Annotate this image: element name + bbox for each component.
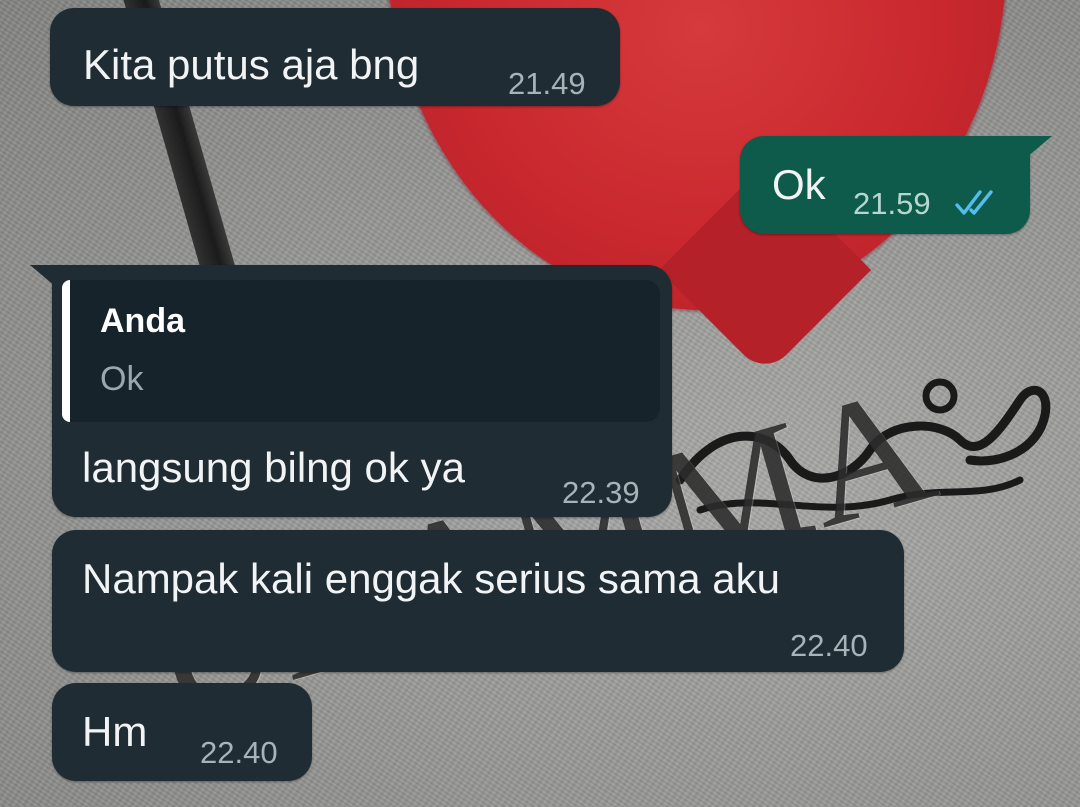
quoted-message-author: Anda: [100, 302, 185, 340]
message-time: 22.40: [790, 628, 868, 663]
message-bubble-outgoing[interactable]: Ok 21.59: [740, 136, 1052, 234]
message-text: Nampak kali enggak serius sama aku: [82, 555, 781, 602]
message-time: 22.40: [200, 735, 278, 770]
quoted-message-text: Ok: [100, 360, 144, 398]
message-bubble-incoming[interactable]: Kita putus aja bng 21.49: [50, 8, 620, 106]
bubble-tail: [1026, 136, 1052, 158]
message-text: Ok: [772, 161, 826, 208]
message-text: Hm: [82, 708, 148, 755]
message-time: 22.39: [562, 475, 640, 510]
message-bubble-incoming-reply[interactable]: Anda Ok langsung bilng ok ya 22.39: [30, 265, 672, 517]
quote-indicator-bar: [62, 280, 70, 422]
message-time: 21.59: [853, 186, 931, 221]
message-bubble-incoming[interactable]: Hm 22.40: [52, 683, 312, 781]
double-check-icon: [955, 190, 993, 215]
message-text: langsung bilng ok ya: [82, 444, 465, 491]
quoted-message[interactable]: Anda Ok: [62, 280, 660, 422]
bubble-tail: [30, 265, 56, 287]
chat-message-list[interactable]: Kita putus aja bng 21.49 Ok 21.59 Anda O…: [0, 0, 1080, 807]
message-text: Kita putus aja bng: [83, 41, 420, 88]
message-bubble-incoming[interactable]: Nampak kali enggak serius sama aku 22.40: [52, 530, 904, 672]
message-time: 21.49: [508, 66, 586, 101]
